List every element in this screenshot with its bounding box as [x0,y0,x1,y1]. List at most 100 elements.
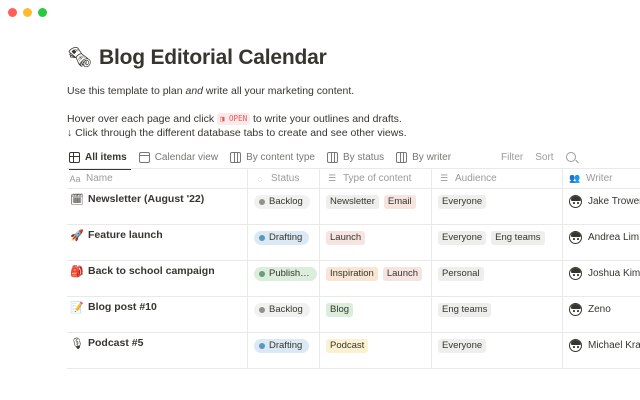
type-cell[interactable]: Podcast [320,333,432,368]
writer-chip[interactable]: Joshua Kim [569,267,640,280]
tab-by-status[interactable]: By status [327,146,384,168]
content-type-tag[interactable]: Launch [382,267,423,281]
audience-tag[interactable]: Everyone [438,339,487,353]
search-icon[interactable] [565,152,576,162]
tab-label: By content type [246,151,315,163]
newspaper-icon[interactable]: 🗞 [67,48,92,68]
view-toolbar: Filter Sort [501,152,576,163]
tab-label: By writer [412,151,452,163]
audience-cell[interactable]: Personal [432,261,563,296]
status-cell[interactable]: Publish… [248,261,320,296]
writer-cell[interactable]: Andrea Lim [563,225,640,260]
type-cell[interactable]: Launch [320,225,432,260]
status-dot-icon [259,307,265,313]
status-badge[interactable]: Drafting [254,339,310,353]
page-name[interactable]: Blog post #10 [88,301,157,313]
audience-cell[interactable]: Everyone [432,333,563,368]
column-label: Name [86,173,113,184]
status-cell[interactable]: Drafting [248,333,320,368]
audience-tag[interactable]: Everyone [438,195,487,209]
column-label: Writer [586,173,613,184]
tab-by-content-type[interactable]: By content type [230,146,315,168]
tab-calendar-view[interactable]: Calendar view [138,146,218,168]
description-text: Use this template to plan [67,85,186,97]
close-window-button[interactable] [8,8,17,17]
page-emoji-icon: 🗓 [70,194,84,206]
status-label: Backlog [269,196,303,207]
column-header-type[interactable]: ☰ Type of content [320,169,432,188]
name-cell[interactable]: 📝 Blog post #10 [67,297,248,332]
writer-chip[interactable]: Andrea Lim [569,231,639,244]
status-badge[interactable]: Backlog [254,195,310,209]
page-emoji-icon: 🎒 [70,266,84,278]
status-dot-icon [259,199,265,205]
writer-cell[interactable]: Jake Trower [563,189,640,224]
sort-button[interactable]: Sort [535,152,553,163]
column-header-status[interactable]: ◌ Status [248,169,320,188]
filter-button[interactable]: Filter [501,152,523,163]
column-header-audience[interactable]: ☰ Audience [432,169,563,188]
page-emoji-icon: 📝 [70,302,84,314]
audience-cell[interactable]: Eng teams [432,297,563,332]
status-cell[interactable]: Backlog [248,297,320,332]
audience-tag[interactable]: Everyone [438,231,487,245]
column-label: Status [271,173,300,184]
description-line-2: Hover over each page and click ◨ OPEN to… [67,112,640,126]
table-row[interactable]: 🎙 Podcast #5 Drafting Podcast Everyone M… [67,333,640,369]
column-header-writer[interactable]: 👥 Writer [563,169,640,188]
audience-tag[interactable]: Eng teams [438,303,492,317]
status-property-icon: ◌ [257,173,263,184]
writer-chip[interactable]: Michael Kra [569,339,640,352]
column-label: Type of content [343,173,412,184]
status-cell[interactable]: Backlog [248,189,320,224]
page-name[interactable]: Podcast #5 [88,337,143,349]
status-badge[interactable]: Backlog [254,303,310,317]
audience-tag[interactable]: Eng teams [491,231,545,245]
minimize-window-button[interactable] [23,8,32,17]
name-cell[interactable]: 🚀 Feature launch [67,225,248,260]
content-type-tag[interactable]: Launch [326,231,366,245]
content-type-tag[interactable]: Newsletter [326,195,379,209]
type-cell[interactable]: Newsletter Email [320,189,432,224]
page-name[interactable]: Feature launch [88,229,163,241]
window-controls [8,8,47,17]
writer-chip[interactable]: Zeno [569,303,611,316]
content-type-tag[interactable]: Podcast [326,339,369,353]
board-icon [396,151,408,163]
type-cell[interactable]: Inspiration Launch [320,261,432,296]
writer-cell[interactable]: Michael Kra [563,333,640,368]
audience-cell[interactable]: Everyone Eng teams [432,225,563,260]
description-text: write all your marketing content. [203,85,355,97]
text-property-icon: Aa [69,173,81,184]
table-row[interactable]: 🗓 Newsletter (August '22) Backlog Newsle… [67,189,640,225]
writer-cell[interactable]: Joshua Kim [563,261,640,296]
name-cell[interactable]: 🎒 Back to school campaign [67,261,248,296]
avatar [569,303,582,316]
table-row[interactable]: 🎒 Back to school campaign Publish… Inspi… [67,261,640,297]
page-name[interactable]: Newsletter (August '22) [88,193,204,205]
content-type-tag[interactable]: Blog [326,303,354,317]
status-label: Backlog [269,304,303,315]
column-header-name[interactable]: Aa Name [67,169,248,188]
status-badge[interactable]: Drafting [254,231,310,245]
status-cell[interactable]: Drafting [248,225,320,260]
table-row[interactable]: 📝 Blog post #10 Backlog Blog Eng teams Z… [67,297,640,333]
tab-all-items[interactable]: All items [69,146,131,170]
zoom-window-button[interactable] [38,8,47,17]
tab-by-writer[interactable]: By writer [396,146,451,168]
table-row[interactable]: 🚀 Feature launch Drafting Launch Everyon… [67,225,640,261]
page-name[interactable]: Back to school campaign [88,265,215,277]
writer-cell[interactable]: Zeno [563,297,640,332]
content-type-tag[interactable]: Inspiration [326,267,378,281]
type-cell[interactable]: Blog [320,297,432,332]
name-cell[interactable]: 🗓 Newsletter (August '22) [67,189,248,224]
audience-tag[interactable]: Personal [438,267,484,281]
audience-cell[interactable]: Everyone [432,189,563,224]
content-type-tag[interactable]: Email [383,195,416,209]
page-description: Use this template to plan and write all … [67,84,640,140]
description-text: to write your outlines and drafts. [250,113,402,125]
page-title[interactable]: Blog Editorial Calendar [99,46,327,70]
writer-chip[interactable]: Jake Trower [569,195,640,208]
name-cell[interactable]: 🎙 Podcast #5 [67,333,248,368]
status-badge[interactable]: Publish… [254,267,317,281]
